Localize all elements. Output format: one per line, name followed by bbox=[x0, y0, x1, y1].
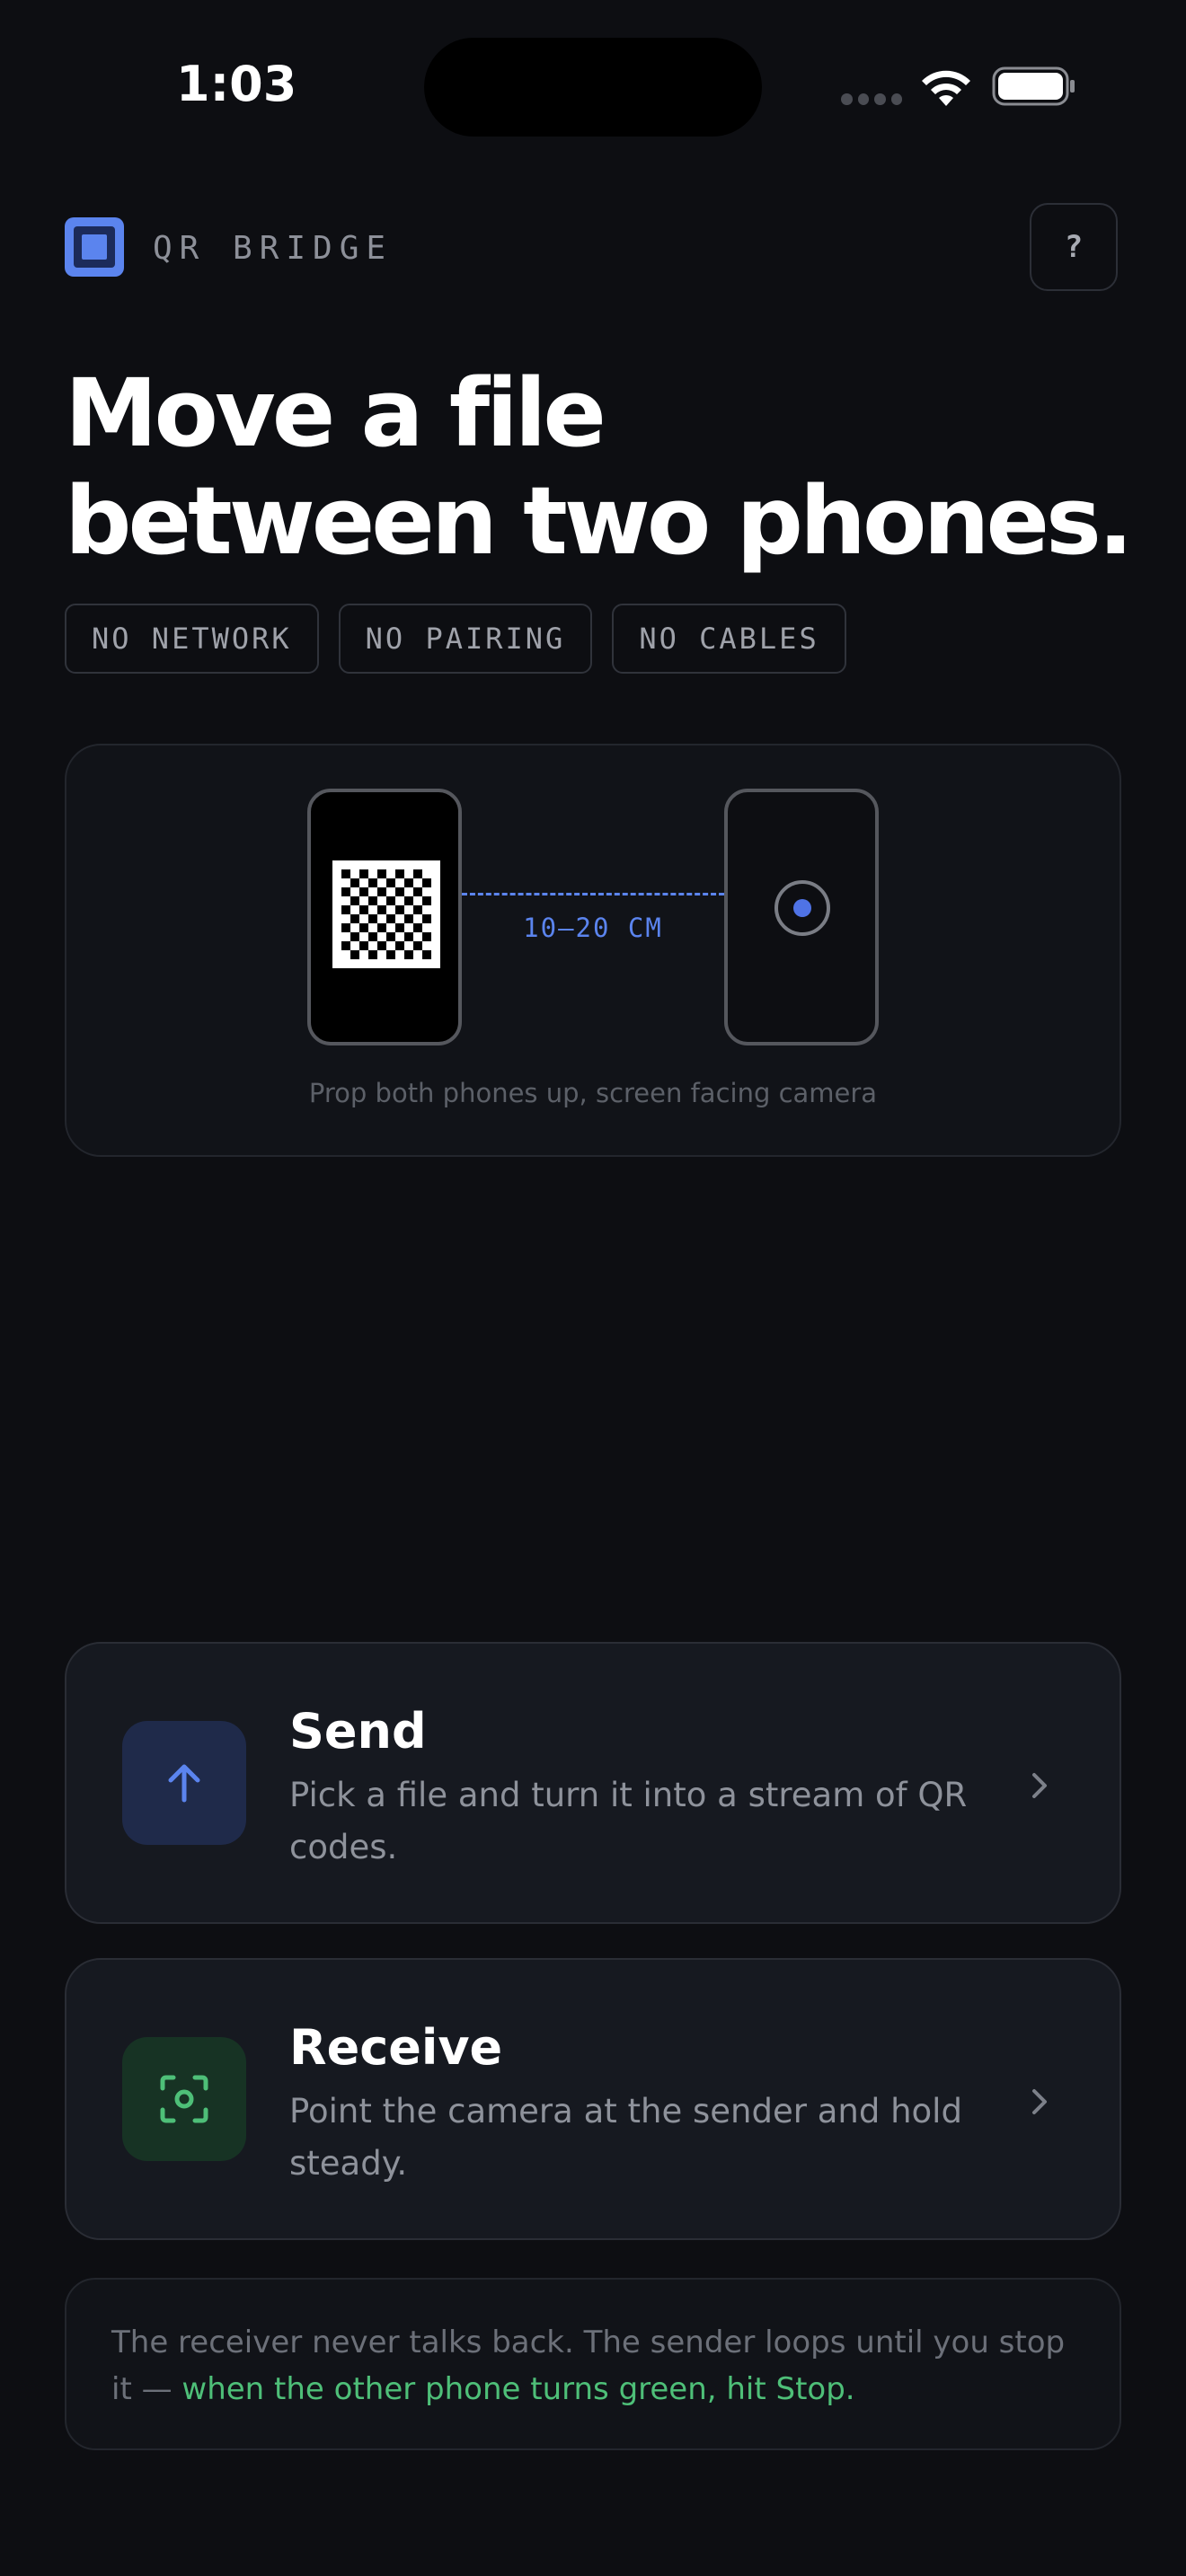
app-name: QR BRIDGE bbox=[153, 230, 394, 267]
feature-tags: NO NETWORK NO PAIRING NO CABLES bbox=[65, 604, 846, 674]
headline-line-1: Move a file bbox=[65, 358, 606, 468]
receive-button[interactable]: Receive Point the camera at the sender a… bbox=[65, 1958, 1121, 2240]
dynamic-island bbox=[424, 38, 762, 137]
arrow-up-icon bbox=[122, 1721, 246, 1845]
page-title: Move a file between two phones. bbox=[65, 358, 1133, 576]
help-button[interactable]: ? bbox=[1030, 203, 1118, 291]
distance-line bbox=[462, 893, 724, 895]
wifi-icon bbox=[922, 70, 970, 106]
receive-description: Point the camera at the sender and hold … bbox=[289, 2092, 962, 2183]
note-text: The receiver never talks back. The sende… bbox=[111, 2319, 1091, 2413]
signal-icon bbox=[841, 93, 902, 106]
app-logo bbox=[65, 217, 124, 277]
send-title: Send bbox=[289, 1703, 427, 1760]
status-time: 1:03 bbox=[176, 56, 297, 112]
tag-no-network: NO NETWORK bbox=[65, 604, 319, 674]
illustration-caption: Prop both phones up, screen facing camer… bbox=[308, 1078, 878, 1108]
sender-phone-graphic bbox=[307, 789, 462, 1045]
battery-icon bbox=[992, 66, 1075, 106]
tag-no-cables: NO CABLES bbox=[612, 604, 846, 674]
send-description: Pick a file and turn it into a stream of… bbox=[289, 1776, 968, 1866]
tag-no-pairing: NO PAIRING bbox=[338, 604, 593, 674]
distance-label: 10–20 CM bbox=[523, 913, 663, 943]
info-note: The receiver never talks back. The sende… bbox=[65, 2278, 1121, 2450]
scan-icon bbox=[122, 2037, 246, 2161]
receiver-phone-graphic bbox=[724, 789, 879, 1045]
chevron-right-icon bbox=[1032, 2089, 1047, 2114]
receive-title: Receive bbox=[289, 2019, 503, 2076]
headline-line-2: between two phones. bbox=[65, 466, 1133, 576]
note-highlight: when the other phone turns green, hit St… bbox=[181, 2371, 855, 2407]
camera-icon bbox=[774, 880, 830, 936]
send-button[interactable]: Send Pick a file and turn it into a stre… bbox=[65, 1642, 1121, 1924]
chevron-right-icon bbox=[1032, 1773, 1047, 1798]
qr-code-icon bbox=[332, 860, 440, 968]
setup-illustration: 10–20 CM Prop both phones up, screen fac… bbox=[65, 744, 1121, 1157]
